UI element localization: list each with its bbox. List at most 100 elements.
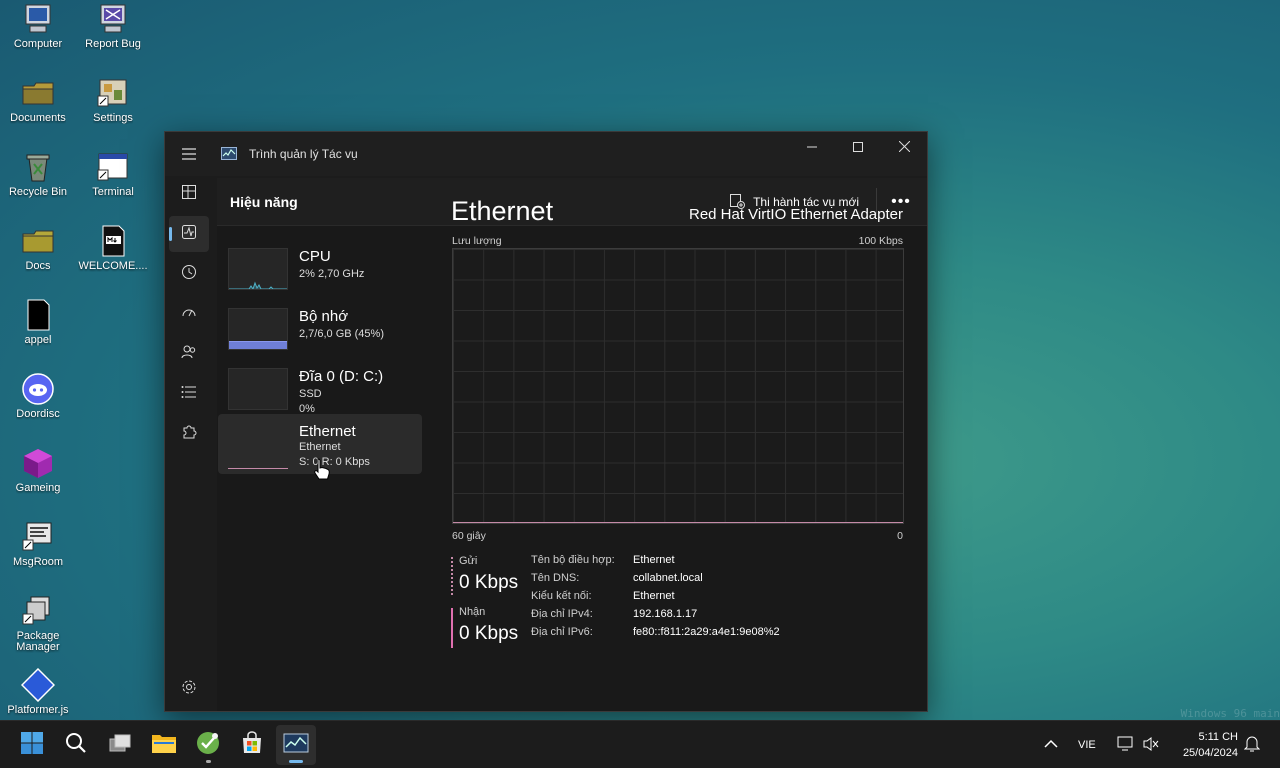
property-key: Tên DNS:	[531, 572, 580, 584]
hamburger-icon	[181, 147, 197, 165]
desktop-icon-terminal[interactable]: Terminal	[75, 150, 151, 198]
nav-performance[interactable]	[169, 216, 209, 252]
desktop-icon-label: Documents	[10, 113, 66, 124]
nav-app-history[interactable]	[169, 256, 209, 292]
clock-time: 5:11 CH	[1198, 731, 1238, 743]
nav-details[interactable]	[169, 376, 209, 412]
perf-item-cpu[interactable]: CPU 2% 2,70 GHz	[218, 234, 422, 294]
language-indicator[interactable]: VIE	[1078, 721, 1096, 768]
desktop-icon-label: Computer	[13, 39, 63, 50]
folder-icon	[21, 76, 55, 110]
task-view-button[interactable]	[100, 725, 140, 765]
computer-icon	[21, 2, 55, 36]
show-hidden-icons-button[interactable]	[1044, 721, 1058, 768]
desktop-icon-documents[interactable]: Documents	[0, 76, 76, 124]
graph-label: Lưu lượng	[452, 235, 502, 247]
performance-list: CPU 2% 2,70 GHz Bộ nhớ 2,7/6,0 GB (45%) …	[217, 234, 429, 474]
task-view-icon	[108, 733, 132, 758]
send-value: 0 Kbps	[459, 572, 519, 593]
store-button[interactable]	[232, 725, 272, 765]
markdown-file-icon	[96, 224, 130, 258]
desktop-icon-label: Settings	[93, 113, 133, 124]
perf-item-name: Đĩa 0 (D: C:)	[299, 368, 384, 385]
graph-max-label: 100 Kbps	[858, 235, 903, 247]
title-bar[interactable]: Trình quản lý Tác vụ	[165, 132, 927, 176]
hand-cursor-icon	[313, 458, 331, 482]
perf-item-memory[interactable]: Bộ nhớ 2,7/6,0 GB (45%)	[218, 294, 422, 354]
users-icon	[181, 344, 197, 365]
game-cube-icon	[21, 446, 55, 480]
perf-item-name: CPU	[299, 248, 331, 265]
desktop-icon-welcome[interactable]: WELCOME....	[75, 224, 151, 272]
memory-usage-fill	[229, 341, 287, 349]
desktop-icons: Computer Report Bug Documents Settings R…	[0, 0, 160, 720]
property-row: Kiểu kết nối: Ethernet	[531, 590, 831, 608]
graph-time-label: 60 giây	[452, 530, 486, 542]
windows-logo-icon	[20, 731, 44, 760]
detail-title: Ethernet	[451, 196, 554, 226]
adapter-name: Red Hat VirtIO Ethernet Adapter	[688, 206, 903, 223]
minimize-icon	[807, 139, 817, 155]
task-manager-icon	[283, 733, 309, 758]
ethernet-sparkline	[228, 428, 288, 470]
clock[interactable]: 5:11 CH 25/04/2024	[1183, 729, 1238, 761]
folder-icon	[21, 224, 55, 258]
discord-icon	[21, 372, 55, 406]
close-button[interactable]	[881, 132, 927, 162]
volume-status[interactable]	[1142, 721, 1160, 768]
perf-item-name: Bộ nhớ	[299, 308, 349, 325]
desktop-icon-recycle-bin[interactable]: Recycle Bin	[0, 150, 76, 198]
desktop-icon-settings[interactable]: Settings	[75, 76, 151, 124]
maximize-icon	[853, 139, 863, 155]
nav-processes[interactable]	[169, 176, 209, 212]
property-row: Tên bộ điều hợp: Ethernet	[531, 554, 831, 572]
desktop-icon-gameing[interactable]: Gameing	[0, 446, 76, 494]
network-status[interactable]	[1117, 721, 1135, 768]
desktop-icon-docs[interactable]: Docs	[0, 224, 76, 272]
desktop-icon-platformer[interactable]: Platformer.js	[0, 667, 76, 716]
puzzle-icon	[181, 424, 197, 445]
desktop-icon-package-manager[interactable]: Package Manager	[0, 594, 76, 653]
property-row: Địa chỉ IPv6: fe80::f811:2a29:a4e1:9e08%…	[531, 626, 831, 644]
file-explorer-button[interactable]	[144, 725, 184, 765]
desktop-icon-label: Docs	[25, 261, 51, 272]
package-icon	[21, 594, 55, 628]
left-navigation	[165, 132, 213, 711]
hamburger-menu-button[interactable]	[169, 138, 209, 174]
desktop-icon-doordisc[interactable]: Doordisc	[0, 372, 76, 420]
nav-services[interactable]	[169, 416, 209, 452]
property-row: Địa chỉ IPv4: 192.168.1.17	[531, 608, 831, 626]
desktop-icon-label: Doordisc	[16, 409, 60, 420]
perf-item-disk[interactable]: Đĩa 0 (D: C:) SSD 0%	[218, 354, 422, 415]
nav-users[interactable]	[169, 336, 209, 372]
window-title: Trình quản lý Tác vụ	[249, 147, 358, 161]
desktop-icon-label: Platformer.js	[7, 705, 69, 716]
desktop-icon-label: Recycle Bin	[8, 187, 68, 198]
notification-button[interactable]	[1243, 721, 1261, 768]
minimize-button[interactable]	[789, 132, 835, 162]
desktop-icon-report-bug[interactable]: Report Bug	[75, 2, 151, 50]
start-button[interactable]	[12, 725, 52, 765]
settings-button[interactable]	[169, 674, 209, 704]
desktop-icon-computer[interactable]: Computer	[0, 2, 76, 50]
page-title: Hiệu năng	[230, 194, 298, 210]
task-manager-app-icon	[221, 147, 237, 160]
processes-icon	[181, 184, 197, 205]
property-key: Địa chỉ IPv6:	[531, 626, 593, 638]
disk-sparkline	[228, 368, 288, 410]
desktop-icon-appel[interactable]: appel	[0, 298, 76, 346]
nav-startup-apps[interactable]	[169, 296, 209, 332]
speedometer-icon	[181, 304, 197, 325]
chat-app-button[interactable]	[188, 725, 228, 765]
chevron-up-icon	[1044, 739, 1058, 752]
desktop-icon-msgroom[interactable]: MsgRoom	[0, 520, 76, 568]
perf-item-detail: 2% 2,70 GHz	[299, 268, 365, 280]
search-button[interactable]	[56, 725, 96, 765]
history-icon	[181, 264, 197, 285]
msgroom-icon	[21, 520, 55, 554]
report-bug-icon	[96, 2, 130, 36]
task-manager-taskbar-button[interactable]	[276, 725, 316, 765]
task-manager-window: Trình quản lý Tác vụ Hiệu năng Thi hành …	[164, 131, 928, 712]
desktop-icon-label: WELCOME....	[78, 261, 148, 272]
maximize-button[interactable]	[835, 132, 881, 162]
